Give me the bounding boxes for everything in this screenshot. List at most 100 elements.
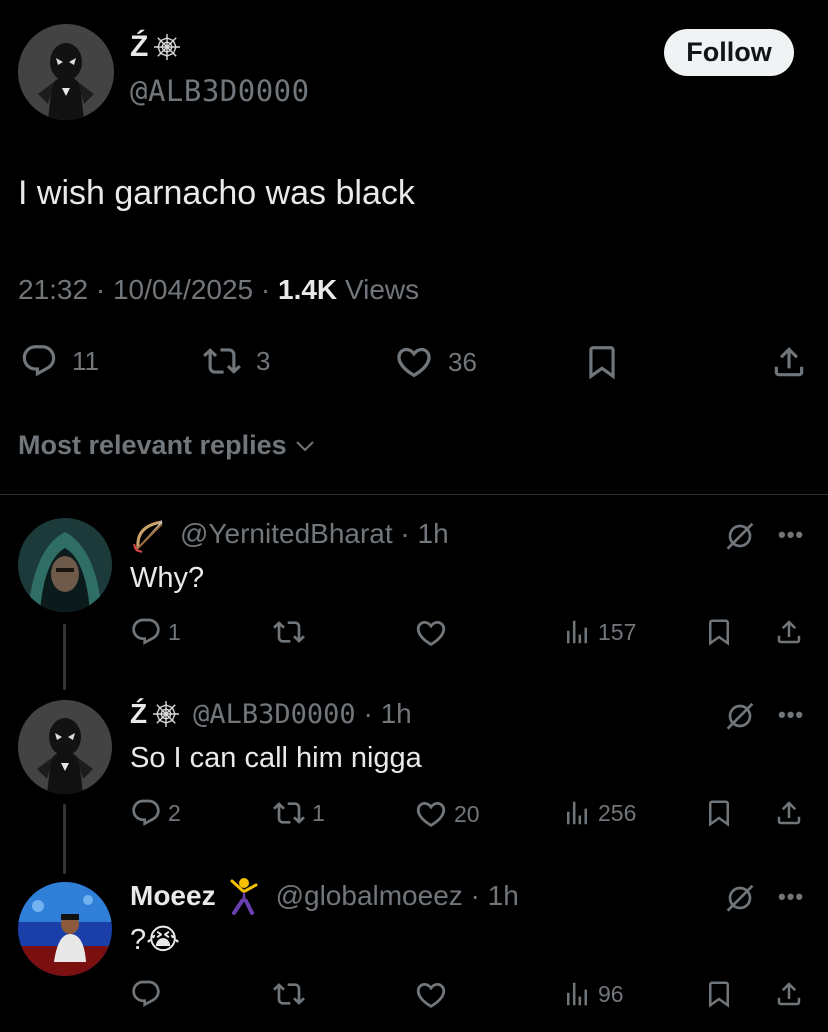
views-button[interactable]: 256 xyxy=(562,797,636,829)
bookmark-icon xyxy=(704,616,734,648)
more-options-button[interactable]: ••• xyxy=(778,522,804,548)
reply-handle[interactable]: @YernitedBharat xyxy=(180,518,393,550)
views-label: Views xyxy=(344,274,420,305)
bookmark-button[interactable] xyxy=(704,797,734,829)
like-button[interactable] xyxy=(414,616,448,650)
repost-icon xyxy=(272,616,306,648)
like-button[interactable]: 36 xyxy=(394,342,477,382)
like-count: 20 xyxy=(454,800,480,827)
reply-avatar[interactable] xyxy=(18,518,112,612)
repost-button[interactable]: 1 xyxy=(272,797,325,829)
repost-button[interactable] xyxy=(272,978,306,1010)
like-button[interactable]: 20 xyxy=(414,797,480,831)
spiderweb-icon xyxy=(153,701,180,727)
author-avatar[interactable] xyxy=(18,24,114,120)
reply-text: ?😭 xyxy=(130,924,181,956)
repost-icon xyxy=(202,342,242,380)
bow-and-arrow-icon xyxy=(133,520,163,553)
tweet-meta: 21:32 · 10/04/2025 · 1.4K Views xyxy=(18,274,420,306)
repost-count: 3 xyxy=(256,345,271,376)
reply-button[interactable] xyxy=(130,978,162,1010)
author-display-name[interactable]: Ź xyxy=(130,30,182,64)
tweet-date[interactable]: 10/04/2025 xyxy=(113,274,253,306)
reply-icon xyxy=(20,342,58,380)
like-count: 36 xyxy=(448,346,477,377)
reply-count: 11 xyxy=(72,345,99,376)
share-icon xyxy=(774,616,804,648)
author-handle[interactable]: @ALB3D0000 xyxy=(130,74,310,108)
grok-button[interactable] xyxy=(724,700,756,737)
reply-header: @YernitedBharat · 1h xyxy=(130,514,449,554)
reply-time[interactable]: 1h xyxy=(488,880,519,912)
like-icon xyxy=(414,978,448,1012)
tweet-time[interactable]: 21:32 xyxy=(18,274,88,306)
like-icon xyxy=(394,342,434,382)
reply-display-name[interactable]: Ź xyxy=(130,698,147,730)
reply-text: So I can call him nigga xyxy=(130,742,422,774)
repost-count: 1 xyxy=(312,799,325,826)
repost-button[interactable] xyxy=(272,616,306,648)
reply-button[interactable]: 2 xyxy=(130,797,181,829)
thread-line xyxy=(63,804,66,874)
like-button[interactable] xyxy=(414,978,448,1012)
view-count: 256 xyxy=(598,799,637,826)
spiderweb-icon xyxy=(154,34,181,60)
share-icon xyxy=(774,978,804,1010)
repost-button[interactable]: 3 xyxy=(202,342,270,380)
divider xyxy=(0,494,828,495)
bookmark-button[interactable] xyxy=(704,978,734,1010)
share-icon xyxy=(770,342,808,382)
reply-icon xyxy=(130,978,162,1010)
share-button[interactable] xyxy=(774,978,804,1010)
grok-icon xyxy=(724,520,756,552)
bookmark-button[interactable] xyxy=(583,342,621,382)
reply-header: Moeez @globalmoeez · 1h xyxy=(130,876,519,916)
reply-text: Why? xyxy=(130,562,205,594)
view-count: 157 xyxy=(598,618,637,645)
reply-handle[interactable]: @ALB3D0000 xyxy=(193,699,356,730)
reply-button[interactable]: 1 xyxy=(130,616,181,648)
thread-line xyxy=(63,624,66,690)
share-button[interactable] xyxy=(774,616,804,648)
views-button[interactable]: 157 xyxy=(562,616,636,648)
replies-sort-dropdown[interactable]: Most relevant replies xyxy=(18,430,317,461)
dancer-emoji-icon xyxy=(230,878,258,915)
views-count: 1.4K xyxy=(278,274,338,305)
tweet-text: I wish garnacho was black xyxy=(18,174,415,212)
reply-count: 2 xyxy=(168,799,181,826)
follow-button[interactable]: Follow xyxy=(664,29,794,76)
share-button[interactable] xyxy=(770,342,808,382)
reply-count: 1 xyxy=(168,618,181,645)
grok-button[interactable] xyxy=(724,520,756,557)
reply-handle[interactable]: @globalmoeez xyxy=(276,880,463,912)
share-button[interactable] xyxy=(774,797,804,829)
grok-icon xyxy=(724,700,756,732)
reply-icon xyxy=(130,616,162,648)
bookmark-icon xyxy=(704,797,734,829)
like-icon xyxy=(414,616,448,650)
reply-avatar[interactable] xyxy=(18,700,112,794)
replies-sort-label: Most relevant replies xyxy=(18,430,287,460)
more-options-button[interactable]: ••• xyxy=(778,702,804,728)
repost-icon xyxy=(272,797,306,829)
reply-display-name[interactable]: Moeez xyxy=(130,880,216,912)
bookmark-icon xyxy=(583,342,621,382)
reply-button[interactable]: 11 xyxy=(20,342,99,380)
view-count: 96 xyxy=(598,980,624,1007)
views-icon xyxy=(562,616,592,648)
reply-avatar[interactable] xyxy=(18,882,112,976)
reply-header: Ź @ALB3D0000 · 1h xyxy=(130,698,412,730)
views-icon xyxy=(562,978,592,1010)
grok-icon xyxy=(724,882,756,914)
reply-icon xyxy=(130,797,162,829)
more-options-button[interactable]: ••• xyxy=(778,884,804,910)
share-icon xyxy=(774,797,804,829)
bookmark-button[interactable] xyxy=(704,616,734,648)
grok-button[interactable] xyxy=(724,882,756,919)
reply-time[interactable]: 1h xyxy=(381,698,412,730)
repost-icon xyxy=(272,978,306,1010)
like-icon xyxy=(414,797,448,831)
views-icon xyxy=(562,797,592,829)
reply-time[interactable]: 1h xyxy=(418,518,449,550)
views-button[interactable]: 96 xyxy=(562,978,624,1010)
